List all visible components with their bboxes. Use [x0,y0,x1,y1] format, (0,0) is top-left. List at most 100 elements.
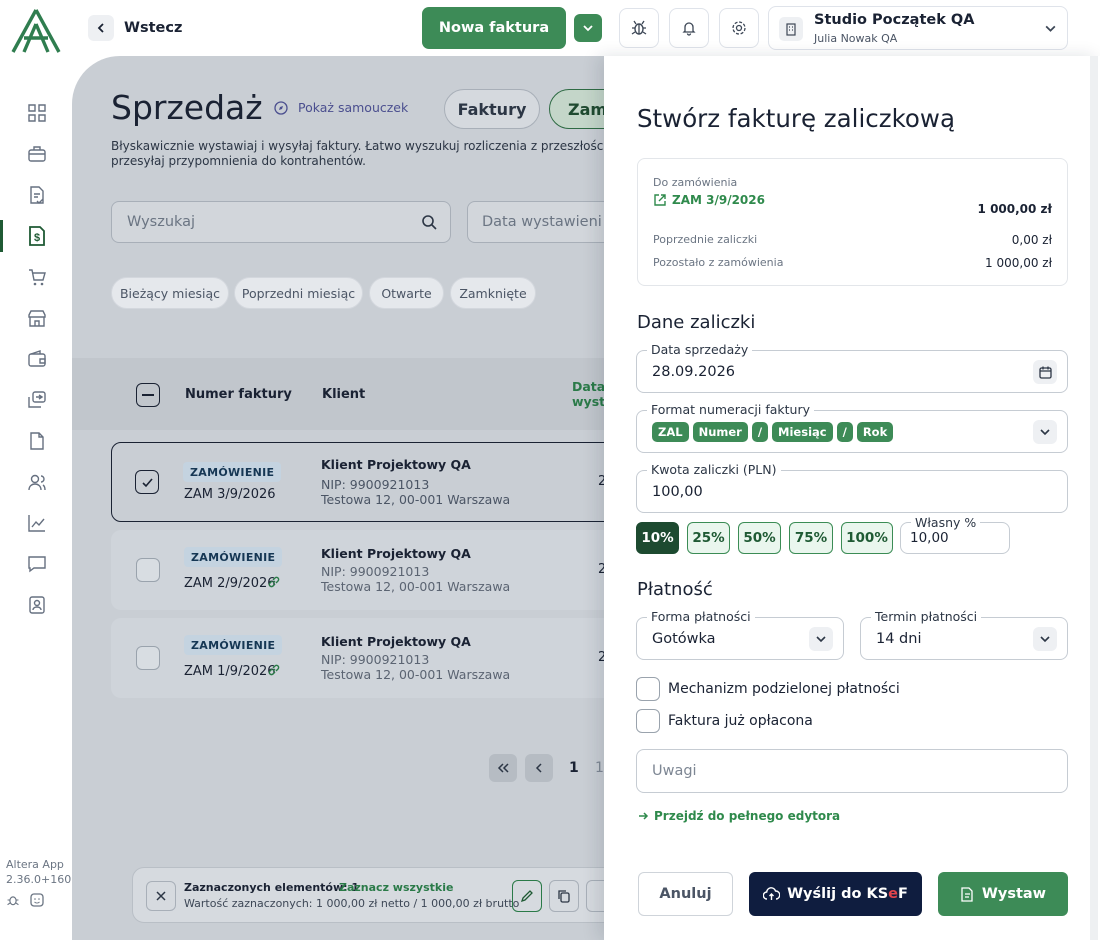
wallet-icon[interactable] [25,347,49,371]
new-invoice-button[interactable]: Nowa faktura [422,7,566,49]
send-to-ksef-button[interactable]: Wyślij do KSeF [749,872,922,916]
filter-current-month[interactable]: Bieżący miesiąc [111,277,229,309]
filter-closed[interactable]: Zamknięte [450,277,536,309]
filter-previous-month[interactable]: Poprzedni miesiąc [234,277,363,309]
page-current[interactable]: 1 [569,760,579,776]
pencil-icon [520,890,533,903]
document-check-icon[interactable] [25,183,49,207]
prev-advances-amount: 0,00 zł [1011,233,1052,247]
remaining-amount: 1 000,00 zł [985,256,1052,270]
notifications-button[interactable] [669,8,709,48]
numbering-format-label: Format numeracji faktury [647,402,814,418]
panel-title: Stwórz fakturę zaliczkową [637,104,955,133]
settings-button[interactable] [719,8,759,48]
submit-button[interactable]: Wystaw [938,872,1068,916]
filter-closed-label: Zamknięte [459,285,527,301]
link-icon[interactable] [267,663,281,677]
already-paid-label[interactable]: Faktura już opłacona [668,713,813,729]
chevron-down-icon[interactable] [1033,420,1057,444]
row-checkbox[interactable] [135,470,159,494]
split-payment-checkbox[interactable] [636,677,660,701]
file-icon[interactable] [25,429,49,453]
status-badge: ZAMÓWIENIE [184,635,283,655]
cart-icon[interactable] [25,265,49,289]
split-payment-label[interactable]: Mechanizm podzielonej płatności [668,681,900,697]
table-row[interactable]: ZAMÓWIENIE ZAM 3/9/2026 Klient Projektow… [111,442,631,522]
chevron-down-icon[interactable] [1033,627,1057,651]
chart-icon[interactable] [25,511,49,535]
numbering-format-field[interactable]: Format numeracji faktury ZAL Numer / Mie… [636,402,1068,453]
payment-term-select[interactable]: Termin płatności 14 dni [860,609,1068,660]
column-number[interactable]: Numer faktury [185,387,292,402]
sales-icon[interactable]: $ [25,224,49,248]
chevron-down-icon[interactable] [809,627,833,651]
copy-button[interactable] [549,880,579,912]
notes-placeholder: Uwagi [652,763,697,779]
select-all-link[interactable]: Zaznacz wszystkie [339,881,453,894]
client-address: Testowa 12, 00-001 Warszawa [321,667,511,682]
payment-form-label: Forma płatności [647,609,755,625]
advance-amount-field[interactable]: Kwota zaliczki (PLN) 100,00 [636,462,1068,513]
notes-input[interactable]: Uwagi [636,749,1068,793]
cancel-button[interactable]: Anuluj [638,872,733,916]
search-input[interactable]: Wyszukaj [111,201,451,243]
building-icon [779,17,803,41]
sidebar-active-indicator [0,220,3,252]
company-selector[interactable]: Studio Początek QA Julia Nowak QA [768,6,1068,50]
back-button[interactable]: Wstecz [88,14,188,42]
table-row[interactable]: ZAMÓWIENIE ZAM 2/9/2026 Klient Projektow… [111,530,631,610]
link-icon[interactable] [267,575,281,589]
page-next[interactable]: 1 [595,760,604,776]
panel-scrollbar[interactable] [1090,56,1098,940]
first-page-button[interactable] [489,754,517,782]
chevron-down-icon [583,25,593,32]
payment-form-select[interactable]: Forma płatności Gotówka [636,609,844,660]
table-header: Numer faktury Klient Data wyst [72,358,632,430]
tab-invoices[interactable]: Faktury [444,89,540,129]
cancel-label: Anuluj [659,886,712,902]
sale-date-field[interactable]: Data sprzedaży 28.09.2026 [636,342,1068,393]
custom-percent-field[interactable]: Własny % 10,00 [900,515,1010,554]
percent-50-button[interactable]: 50% [738,522,781,554]
filter-open[interactable]: Otwarte [369,277,444,309]
order-summary-card: Do zamówienia ZAM 3/9/2026 1 000,00 zł P… [637,158,1068,286]
percent-100-button[interactable]: 100% [841,522,893,554]
token-separator: / [836,422,853,442]
prev-page-button[interactable] [525,754,553,782]
new-invoice-dropdown-button[interactable] [574,14,602,42]
row-checkbox[interactable] [136,646,160,670]
page-description: Błyskawicznie wystawiaj i wysyłaj faktur… [111,139,632,153]
clear-selection-button[interactable] [146,881,176,911]
briefcase-icon[interactable] [25,142,49,166]
full-editor-link[interactable]: Przejdź do pełnego edytora [637,809,840,823]
order-link[interactable]: ZAM 3/9/2026 [653,193,765,207]
bug-icon [631,20,647,35]
dashboard-icon[interactable] [25,101,49,125]
edit-button[interactable] [512,880,542,912]
app-logo[interactable] [10,8,62,54]
column-client[interactable]: Klient [322,387,365,402]
bug-report-button[interactable] [619,8,659,48]
already-paid-checkbox[interactable] [636,709,660,733]
percent-25-button[interactable]: 25% [687,522,730,554]
ksef-label-suffix: F [898,886,908,902]
bug-icon[interactable] [6,893,20,907]
contacts-icon[interactable] [25,593,49,617]
tutorial-link[interactable]: Pokaż samouczek [274,100,408,115]
percent-75-button[interactable]: 75% [789,522,833,554]
document-icon [961,886,973,902]
table-row[interactable]: ZAMÓWIENIE ZAM 1/9/2026 Klient Projektow… [111,618,631,698]
message-icon[interactable] [25,552,49,576]
order-link-label: ZAM 3/9/2026 [672,193,765,207]
percent-10-button[interactable]: 10% [636,522,679,554]
sale-date-label: Data sprzedaży [647,342,753,358]
emoji-icon[interactable] [30,893,44,907]
send-to-ksef-label: Wyślij do KSeF [787,886,908,902]
users-icon[interactable] [25,470,49,494]
calendar-icon[interactable] [1033,360,1057,384]
store-icon[interactable] [25,306,49,330]
select-all-checkbox[interactable] [136,383,160,407]
transfer-icon[interactable] [25,388,49,412]
row-checkbox[interactable] [136,558,160,582]
ksef-label-prefix: Wyślij do KS [787,886,889,902]
